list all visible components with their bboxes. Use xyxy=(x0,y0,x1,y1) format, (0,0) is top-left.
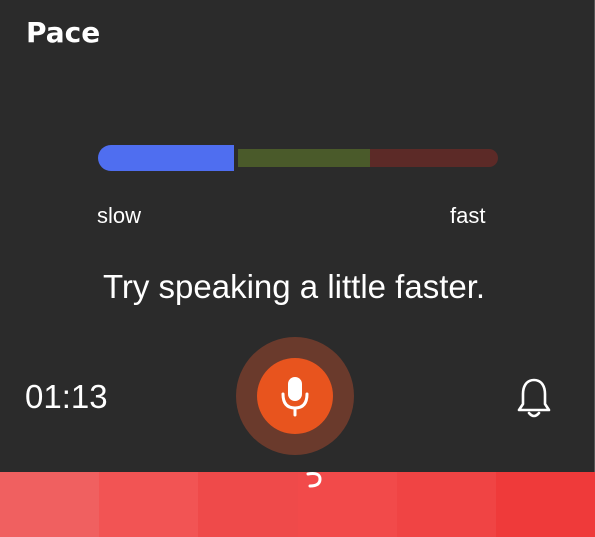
strip-cell xyxy=(495,472,595,537)
elapsed-time: 01:13 xyxy=(25,378,108,415)
bell-button[interactable] xyxy=(516,376,552,420)
bell-icon xyxy=(517,378,551,418)
pace-segment-slow xyxy=(98,145,234,171)
panel-title: Pace xyxy=(26,16,101,49)
background-content-strip xyxy=(0,472,595,537)
microphone-button[interactable] xyxy=(257,358,333,434)
pace-meter xyxy=(98,143,498,173)
pace-indicator xyxy=(234,143,238,173)
pace-label-slow: slow xyxy=(97,203,142,228)
partial-glyph xyxy=(306,472,322,488)
pace-label-fast: fast xyxy=(450,203,486,228)
strip-cell xyxy=(198,472,298,537)
strip-cell xyxy=(0,472,100,537)
strip-cell xyxy=(99,472,199,537)
pace-segment-medium xyxy=(238,149,370,167)
coaching-message: Try speaking a little faster. xyxy=(102,268,486,305)
pace-panel: Pace slow fast Try speaking a little fas… xyxy=(0,0,595,472)
pace-segment-fast xyxy=(370,149,498,167)
strip-cell xyxy=(396,472,496,537)
microphone-icon xyxy=(281,377,309,417)
